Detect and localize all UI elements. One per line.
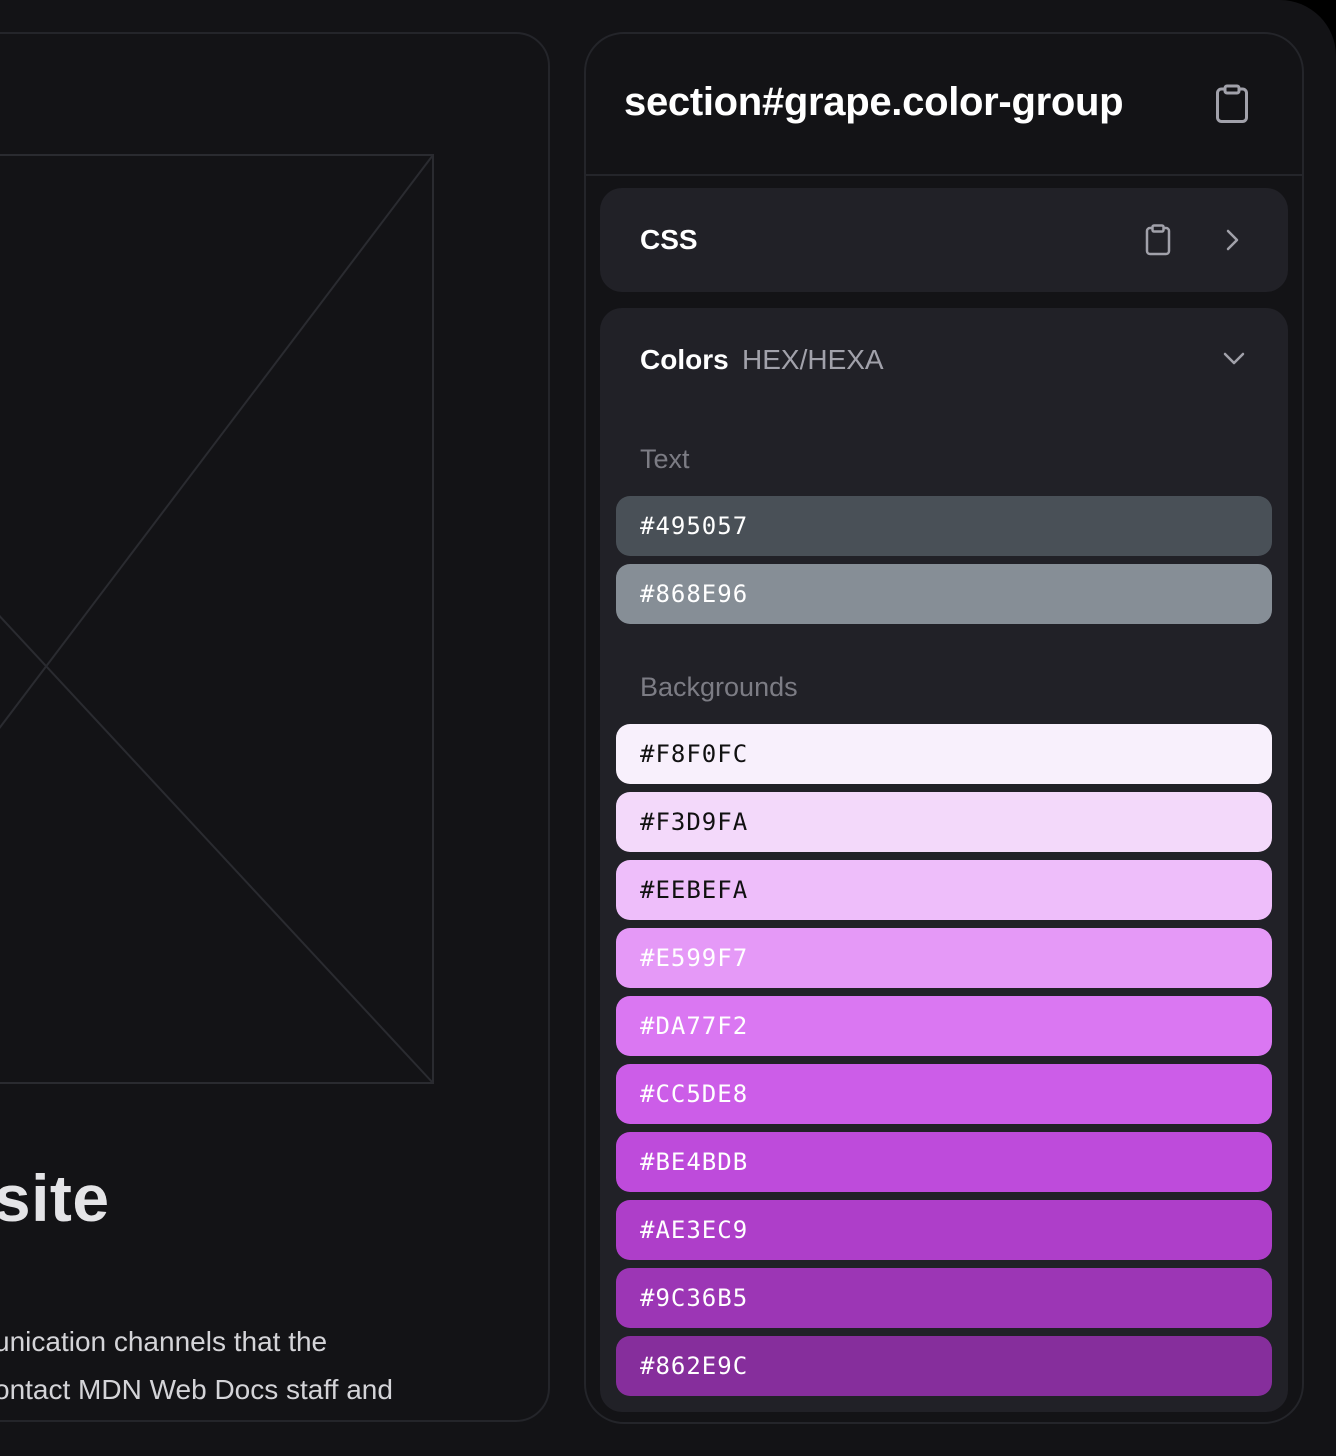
background-color-swatch[interactable]: #862E9C xyxy=(616,1336,1272,1396)
collapse-colors-button[interactable] xyxy=(1218,344,1250,374)
element-selector-title: section#grape.color-group xyxy=(624,80,1124,124)
background-color-swatch[interactable]: #AE3EC9 xyxy=(616,1200,1272,1260)
image-placeholder-icon xyxy=(0,154,434,1084)
text-color-swatch[interactable]: #495057 xyxy=(616,496,1272,556)
background-color-swatch[interactable]: #E599F7 xyxy=(616,928,1272,988)
background-color-swatch[interactable]: #CC5DE8 xyxy=(616,1064,1272,1124)
background-color-swatch[interactable]: #DA77F2 xyxy=(616,996,1272,1056)
clipboard-icon xyxy=(1216,84,1248,123)
css-section-label: CSS xyxy=(640,224,698,255)
css-section[interactable]: CSS xyxy=(600,188,1288,292)
inspector-panel: section#grape.color-group CSS Colors HEX… xyxy=(584,32,1304,1424)
app-window: website unication channels that the onta… xyxy=(0,0,1336,1456)
background-color-swatch[interactable]: #EEBEFA xyxy=(616,860,1272,920)
background-color-swatch[interactable]: #F8F0FC xyxy=(616,724,1272,784)
color-format-toggle[interactable]: HEX/HEXA xyxy=(742,344,884,376)
copy-css-button[interactable] xyxy=(1140,218,1176,262)
background-color-swatch[interactable]: #9C36B5 xyxy=(616,1268,1272,1328)
page-preview-card: website unication channels that the onta… xyxy=(0,32,550,1422)
colors-section-title: Colors xyxy=(640,344,729,375)
background-colors-label: Backgrounds xyxy=(640,672,798,702)
chevron-right-icon xyxy=(1226,229,1239,251)
background-color-swatch[interactable]: #BE4BDB xyxy=(616,1132,1272,1192)
expand-css-button[interactable] xyxy=(1218,224,1248,256)
colors-section: Colors HEX/HEXA Text #495057 #868E96 Back… xyxy=(600,308,1288,1412)
preview-heading: website xyxy=(0,1161,110,1235)
chevron-down-icon xyxy=(1223,352,1245,365)
preview-paragraph-line: ontact MDN Web Docs staff and xyxy=(0,1374,393,1405)
text-color-swatch[interactable]: #868E96 xyxy=(616,564,1272,624)
copy-selector-button[interactable] xyxy=(1210,82,1254,126)
text-colors-label: Text xyxy=(640,444,690,474)
inspector-header: section#grape.color-group xyxy=(586,34,1302,176)
clipboard-icon xyxy=(1145,224,1171,256)
background-color-swatch[interactable]: #F3D9FA xyxy=(616,792,1272,852)
preview-paragraph-line: unication channels that the xyxy=(0,1326,328,1357)
